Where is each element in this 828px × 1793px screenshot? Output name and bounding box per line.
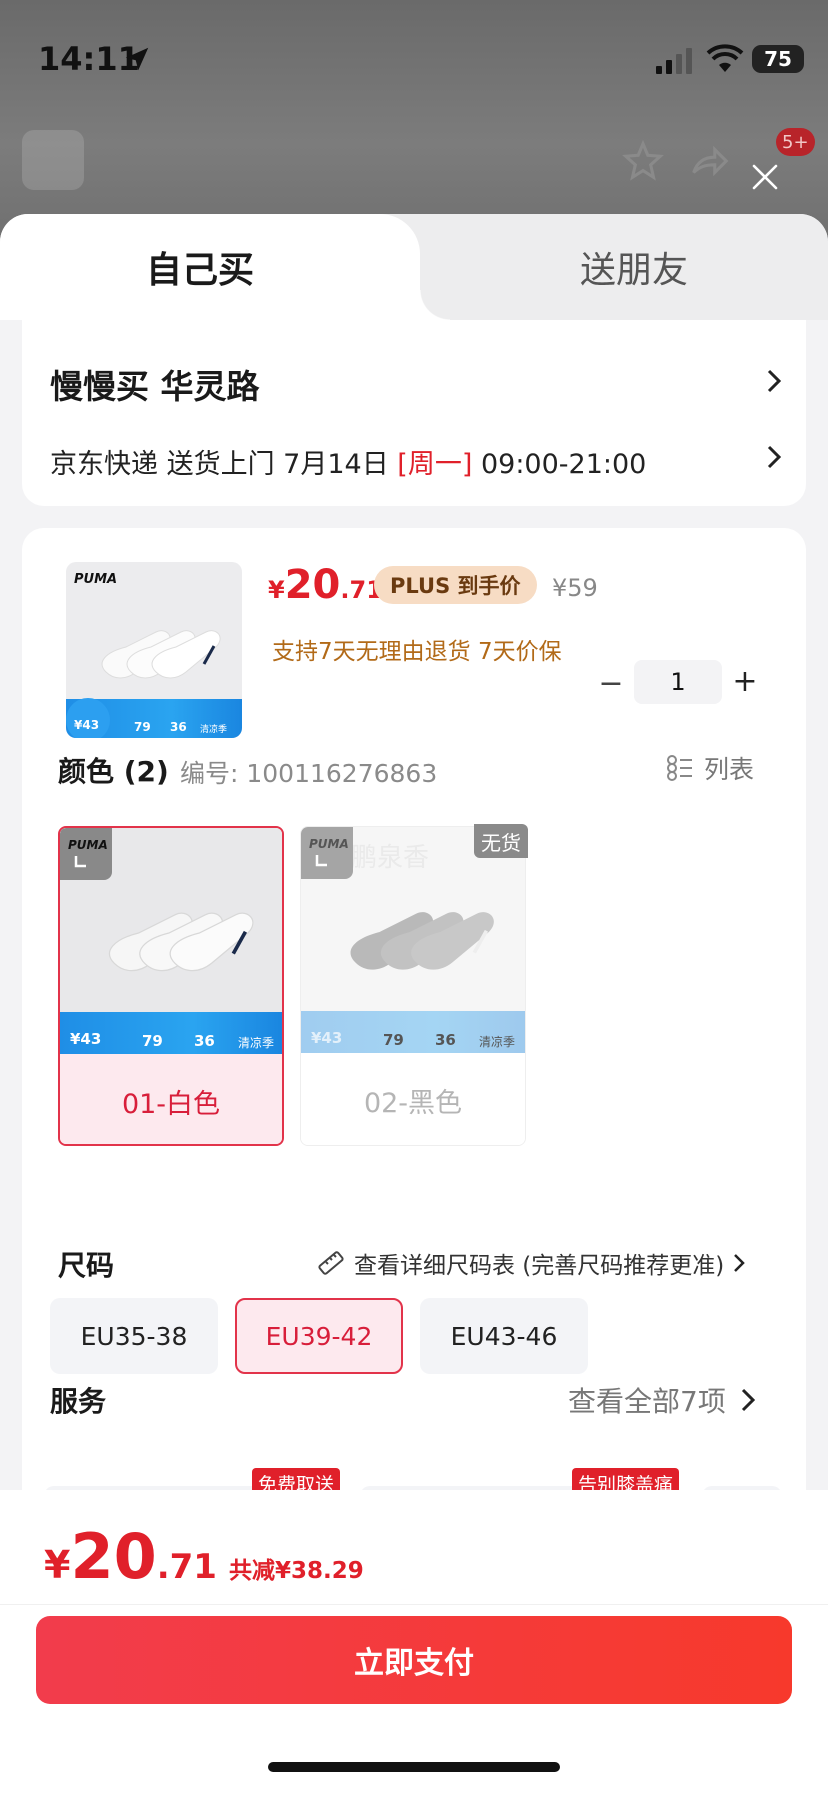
price-integer: 20 (284, 562, 341, 608)
cellular-signal-icon (656, 48, 692, 74)
expand-icon (315, 855, 327, 867)
chevron-right-icon (767, 445, 782, 469)
quantity-input[interactable]: 1 (634, 660, 722, 704)
quantity-increase-button[interactable]: + (728, 664, 762, 699)
chevron-right-icon (734, 1254, 746, 1272)
address-card[interactable]: 慢慢买 华灵路 京东快递 送货上门 7月14日 [周一] 09:00-21:00 (0, 320, 828, 506)
battery-indicator: 75 (752, 45, 804, 73)
sku-number: 编号: 100116276863 (180, 759, 438, 788)
view-all-services-link[interactable]: 查看全部7项 (568, 1380, 756, 1420)
brand-logo: PUMA (74, 572, 118, 587)
tab-buy-for-self[interactable]: 自己买 (0, 214, 450, 320)
total-savings: 共减¥38.29 (228, 1558, 364, 1584)
list-label: 列表 (704, 755, 755, 784)
pay-now-button[interactable]: 立即支付 (36, 1616, 792, 1704)
status-bar: 14:11 75 (0, 0, 828, 110)
delivery-day: [周一] (397, 449, 473, 480)
promo-tag: 清凉季 (479, 1035, 516, 1049)
promo-mid-value: 79 (383, 1031, 404, 1049)
list-view-toggle[interactable]: 列表 (666, 750, 754, 786)
product-card: PUMA ¥43 79 36 清凉季 ¥ 20 .71 PLUS 到手价 ¥59… (22, 528, 806, 1628)
background-back-button (22, 130, 84, 190)
watermark-text: 鹏泉香 (351, 843, 430, 873)
tab-gift-to-friend[interactable]: 送朋友 (440, 214, 828, 320)
zoom-button[interactable]: PUMA (301, 827, 353, 879)
cart-count-badge: 5+ (776, 128, 815, 156)
total-price-symbol: ¥ (44, 1543, 71, 1587)
promo-left-value: ¥43 (311, 1029, 343, 1047)
expand-icon (74, 856, 86, 868)
size-option-eu43-46[interactable]: EU43-46 (420, 1298, 588, 1374)
total-price-integer: 20 (70, 1520, 157, 1593)
size-option-eu39-42[interactable]: EU39-42 (235, 1298, 403, 1374)
checkout-bar: ¥ 20 .71 共减¥38.29 立即支付 (0, 1490, 828, 1793)
wifi-icon (706, 44, 744, 72)
product-thumbnail[interactable]: PUMA ¥43 79 36 清凉季 (66, 562, 242, 738)
total-price-decimal: .71 (156, 1547, 217, 1587)
promo-right-value: 36 (194, 1032, 215, 1050)
promo-right-value: 36 (435, 1031, 456, 1049)
total-price: ¥ 20 .71 共减¥38.29 (44, 1520, 364, 1593)
promo-mid-value: 79 (134, 720, 151, 734)
service-title: 服务 (50, 1385, 107, 1418)
delivery-time: 09:00-21:00 (472, 449, 647, 480)
price-symbol: ¥ (268, 576, 285, 604)
promo-left-value: ¥43 (74, 718, 100, 732)
chevron-right-icon (741, 1388, 755, 1412)
promo-tag: 清凉季 (238, 1036, 275, 1050)
delivery-info: 京东快递 送货上门 7月14日 [周一] 09:00-21:00 (50, 442, 646, 481)
promo-right-value: 36 (170, 720, 187, 734)
list-icon (667, 755, 692, 781)
out-of-stock-badge: 无货 (474, 824, 528, 858)
black-socks-image (350, 912, 494, 970)
zoom-button[interactable]: PUMA (60, 828, 112, 880)
service-guarantee: 支持7天无理由退货 7天价保 (272, 639, 562, 665)
color-option-label: 01-白色 (60, 1054, 282, 1144)
plus-price-badge: PLUS 到手价 (374, 566, 537, 604)
close-icon[interactable] (748, 160, 782, 194)
promo-left-value: ¥43 (70, 1030, 102, 1048)
delivery-prefix: 京东快递 送货上门 7月14日 (50, 449, 398, 480)
original-price: ¥59 (552, 574, 598, 602)
view-all-label: 查看全部7项 (568, 1385, 726, 1418)
address-name: 慢慢买 华灵路 (50, 367, 260, 406)
location-arrow-icon (125, 47, 149, 71)
color-option-label: 02-黑色 (301, 1053, 525, 1145)
color-option-white[interactable]: ¥43 79 36 清凉季 PUMA 01-白色 (58, 826, 284, 1146)
white-socks-image (108, 912, 254, 972)
purchase-tabs: 自己买 送朋友 (0, 214, 828, 320)
size-chart-link[interactable]: 查看详细尺码表 (完善尺码推荐更准) (316, 1246, 746, 1280)
home-indicator (268, 1762, 560, 1772)
size-option-eu35-38[interactable]: EU35-38 (50, 1298, 218, 1374)
color-title: 颜色 (2) (58, 755, 169, 788)
size-title: 尺码 (58, 1249, 115, 1282)
size-chart-label: 查看详细尺码表 (完善尺码推荐更准) (354, 1253, 725, 1279)
promo-mid-value: 79 (142, 1032, 163, 1050)
product-price: ¥ 20 .71 (268, 562, 383, 612)
promo-tag: 清凉季 (200, 725, 228, 735)
ruler-icon (318, 1251, 344, 1275)
socks-image (101, 630, 221, 679)
divider (0, 1604, 828, 1605)
favorite-star-icon (622, 139, 664, 181)
chevron-right-icon (767, 369, 782, 393)
quantity-decrease-button[interactable]: − (596, 666, 626, 701)
share-icon (692, 145, 729, 177)
color-option-black[interactable]: 鹏泉香 ¥43 79 36 清凉季 PUMA 02-黑色 (300, 826, 526, 1146)
